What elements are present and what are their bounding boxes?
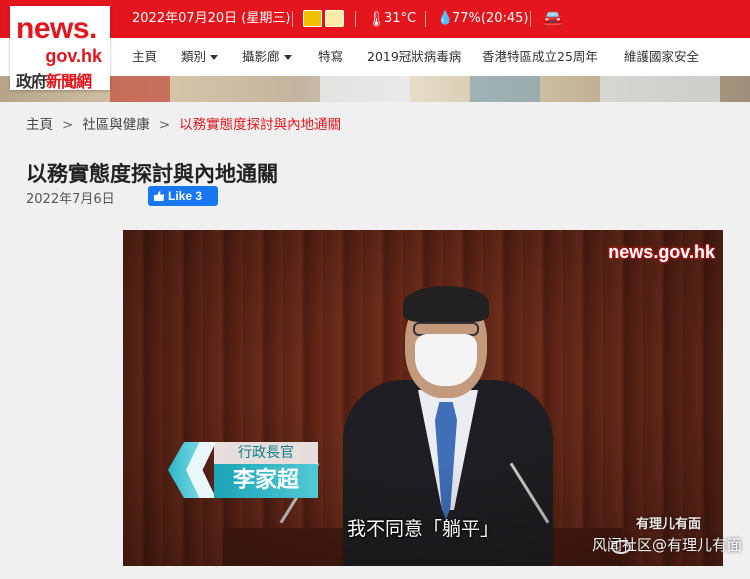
chevron-down-icon	[283, 55, 292, 60]
nav-item-national-security[interactable]: 維護國家安全	[624, 38, 699, 76]
site-logo[interactable]: news. gov.hk 政府新聞網	[10, 6, 110, 91]
divider	[530, 11, 531, 27]
nav-item-hksar-25th[interactable]: 香港特區成立25周年	[482, 38, 598, 76]
video-logo: news.gov.hk	[608, 242, 715, 262]
chevron-down-icon	[210, 55, 219, 60]
page-title: 以務實態度探討與內地通關	[26, 162, 278, 186]
temperature-value: 31°C	[384, 11, 417, 26]
logo-text-govhk: gov.hk	[45, 46, 102, 66]
divider	[292, 11, 293, 27]
divider	[425, 11, 426, 27]
caption-title: 行政長官	[214, 442, 318, 464]
raindrop-icon: 💧	[437, 11, 454, 26]
video-player[interactable]: news.gov.hk 行政長官 李家超 我不同意「躺平」	[123, 230, 723, 566]
breadcrumb-home[interactable]: 主頁	[26, 117, 53, 133]
caption-name: 李家超	[214, 464, 318, 498]
nav-item-home[interactable]: 主頁	[132, 38, 157, 76]
nav-item-covid19[interactable]: 2019冠狀病毒病	[367, 38, 461, 76]
facebook-like-button[interactable]: Like 3	[148, 186, 218, 206]
watermark-account: 有理儿有面	[636, 517, 702, 532]
nav-item-features[interactable]: 特寫	[318, 38, 343, 76]
publish-date: 2022年7月6日	[26, 192, 115, 207]
weather-warning-icon	[325, 10, 344, 27]
nav-item-categories[interactable]: 類別	[181, 38, 219, 76]
thumbs-up-icon	[154, 191, 164, 201]
watermark-text: 风闻社区@有理儿有面	[591, 536, 742, 554]
logo-text-news: news.	[16, 12, 97, 45]
weather-sunny-icon	[303, 10, 322, 27]
breadcrumb-section[interactable]: 社區與健康	[82, 117, 150, 133]
main-nav: 主頁 類別 攝影廊 特寫 2019冠狀病毒病 香港特區成立25周年 維護國家安全	[0, 38, 750, 76]
car-icon[interactable]: 🚘	[542, 0, 563, 38]
humidity-value: 77%(20:45)	[452, 11, 529, 26]
logo-text-chinese: 政府新聞網	[16, 72, 92, 91]
current-date: 2022年07月20日 (星期三)	[132, 11, 291, 26]
header-banner-image	[0, 76, 750, 102]
name-caption: 行政長官 李家超	[168, 442, 318, 498]
nav-item-gallery[interactable]: 攝影廊	[242, 38, 292, 76]
divider	[355, 11, 356, 27]
breadcrumb: 主頁 > 社區與健康 > 以務實態度探討與內地通關	[26, 117, 342, 133]
breadcrumb-current: 以務實態度探討與內地通關	[179, 117, 342, 133]
